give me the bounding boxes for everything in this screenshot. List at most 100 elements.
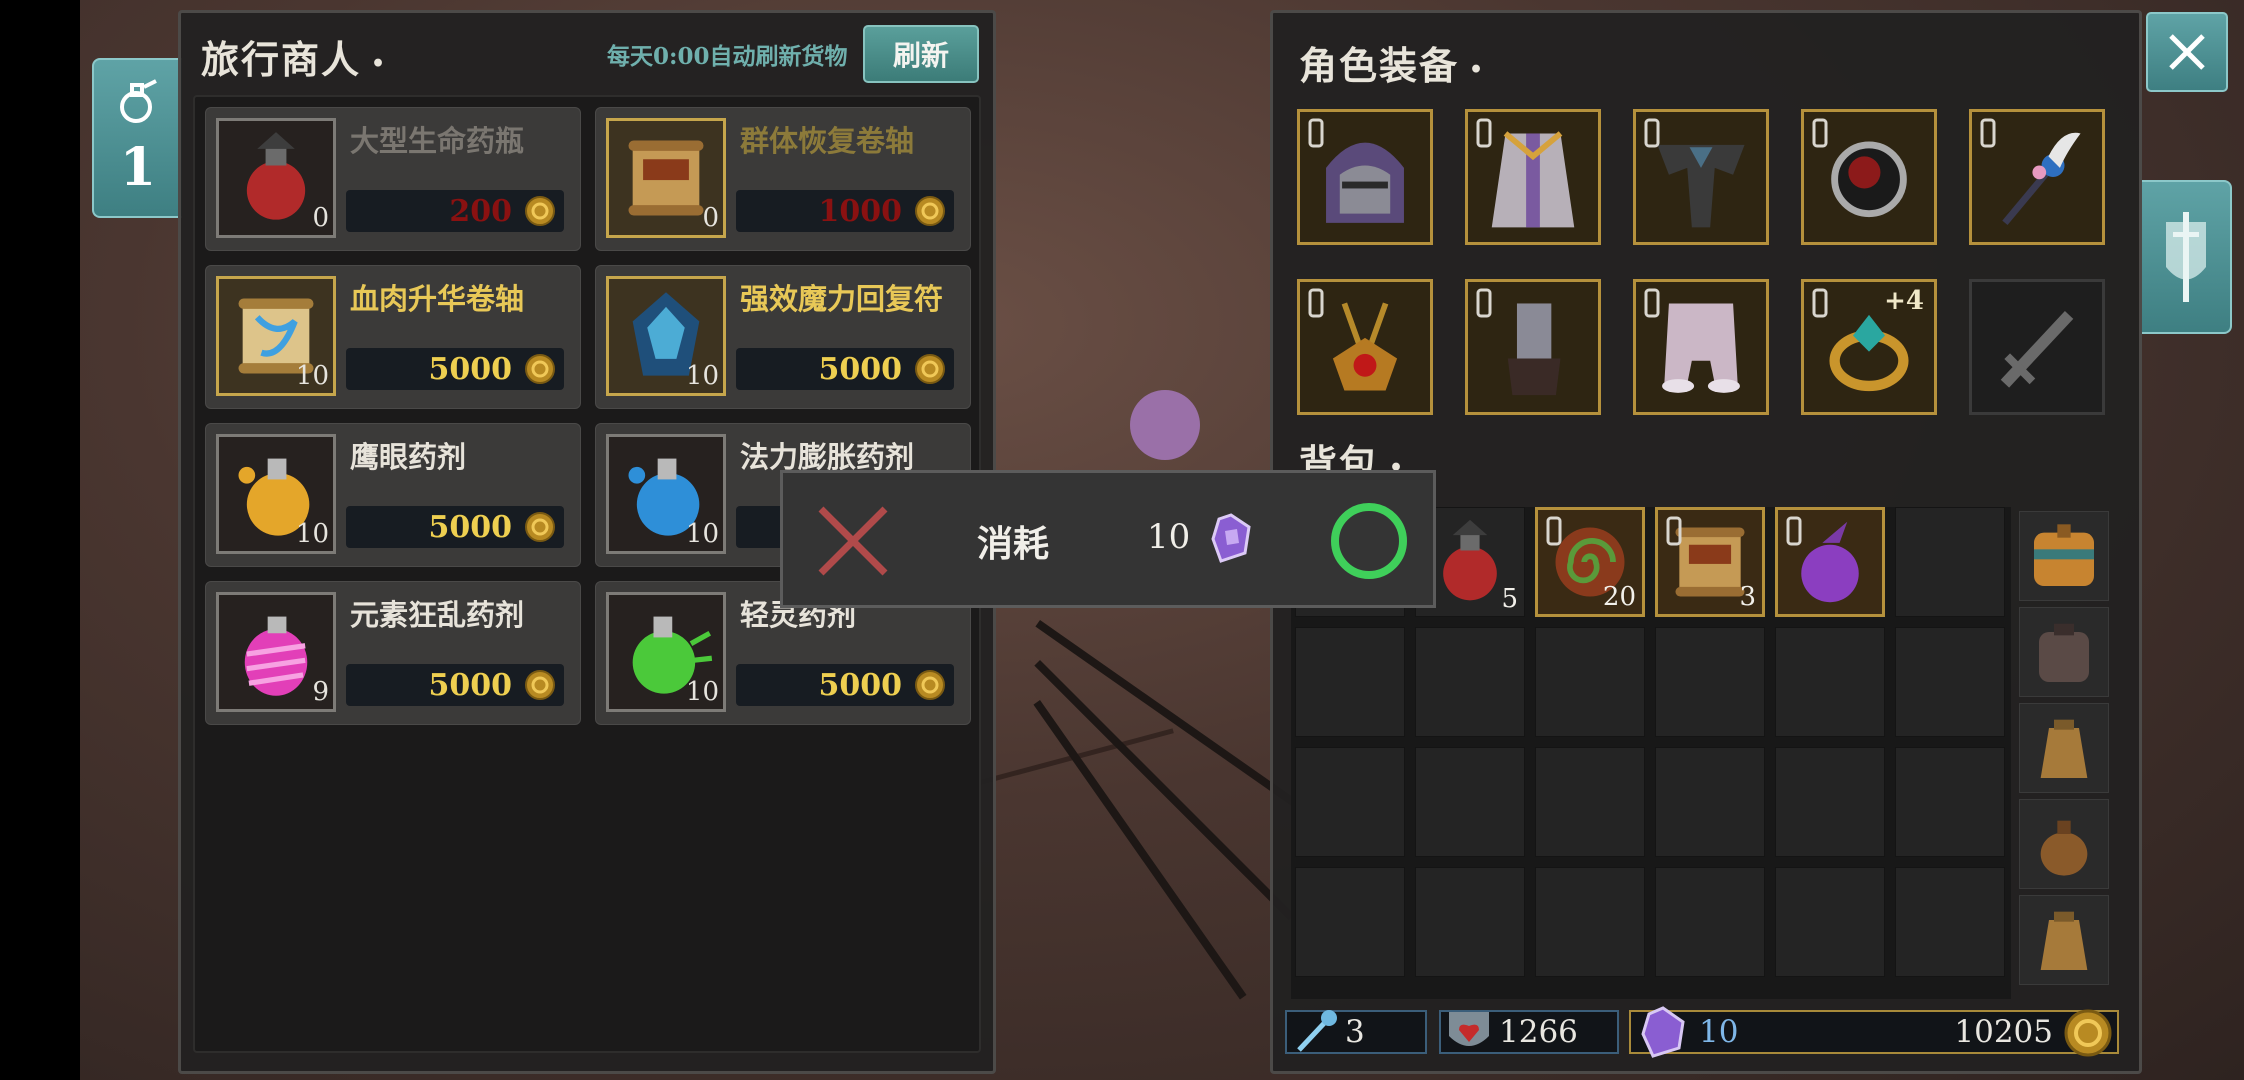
- shop-item[interactable]: 0 群体恢复卷轴 1000: [595, 107, 971, 251]
- bag-cell[interactable]: [1655, 627, 1765, 737]
- bag-cell[interactable]: [1775, 507, 1885, 617]
- shop-item-slot: 0: [216, 118, 336, 238]
- equipment-slot[interactable]: [1465, 109, 1601, 245]
- shop-item-slot: 0: [606, 118, 726, 238]
- amulet-icon: [1332, 302, 1398, 391]
- purple-gem-icon: [1211, 513, 1251, 563]
- heart-shield-icon: [1449, 1012, 1489, 1046]
- lock-icon: [1812, 118, 1828, 148]
- close-button[interactable]: [2146, 12, 2228, 92]
- shop-item-price-box: 1000: [736, 190, 954, 232]
- bag-cell[interactable]: [1535, 747, 1645, 857]
- shop-item-price: 5000: [818, 352, 903, 387]
- bag-cell[interactable]: [1295, 867, 1405, 977]
- shop-item-stock: 0: [312, 203, 329, 233]
- merchant-title: 旅行商人 •: [201, 37, 388, 82]
- refresh-note: 每天0:00自动刷新货物: [607, 43, 848, 70]
- bag-tab[interactable]: [2019, 799, 2109, 889]
- scroll-icon: [628, 140, 704, 216]
- shop-item-name: 鹰眼药剂: [350, 440, 467, 474]
- shop-item[interactable]: 10 鹰眼药剂 5000: [205, 423, 581, 567]
- bag-cell[interactable]: [1655, 867, 1765, 977]
- lock-icon: [1812, 288, 1828, 318]
- bag-tab[interactable]: [2019, 895, 2109, 985]
- bag-cell[interactable]: [1415, 867, 1525, 977]
- gold-count: 10205: [1954, 1014, 2053, 1050]
- equipment-slot[interactable]: [1969, 279, 2105, 415]
- bag-item-count: 5: [1501, 584, 1518, 614]
- consume-confirm-dialog: 消耗 10: [780, 470, 1436, 608]
- bag-cell[interactable]: [1895, 627, 2005, 737]
- confirm-button[interactable]: [1329, 501, 1409, 581]
- shop-item-price-box: 5000: [346, 664, 564, 706]
- bag-tab[interactable]: [2019, 703, 2109, 793]
- bag-tab[interactable]: [2019, 511, 2109, 601]
- bag-cell[interactable]: [1295, 627, 1405, 737]
- bag-cell[interactable]: [1895, 747, 2005, 857]
- bag-item-count: 3: [1739, 582, 1756, 612]
- bag-cell[interactable]: [1775, 747, 1885, 857]
- gold-coin-icon: [915, 196, 945, 226]
- shop-item-slot: 10: [216, 276, 336, 396]
- shop-item[interactable]: 0 大型生命药瓶 200: [205, 107, 581, 251]
- gem-gold-resource: 10 10205: [1629, 1006, 2119, 1058]
- shop-item-stock: 9: [312, 677, 329, 707]
- shop-item-stock: 10: [685, 677, 719, 707]
- bag-cell[interactable]: [1295, 747, 1405, 857]
- equipment-slot[interactable]: [1801, 109, 1937, 245]
- shop-item-price: 5000: [428, 510, 513, 545]
- shop-item-slot: 9: [216, 592, 336, 712]
- equipment-slot[interactable]: [1297, 109, 1433, 245]
- bag-cell[interactable]: 20: [1535, 507, 1645, 617]
- bag-cell[interactable]: 3: [1655, 507, 1765, 617]
- heart-resource: 1266: [1439, 1010, 1619, 1054]
- heart-count: 1266: [1499, 1014, 1578, 1050]
- bag-cell[interactable]: [1895, 507, 2005, 617]
- bag-cell[interactable]: [1535, 627, 1645, 737]
- equipment-slot[interactable]: [1633, 279, 1769, 415]
- refresh-button[interactable]: 刷新: [863, 25, 979, 83]
- lock-icon: [1476, 288, 1492, 318]
- equipment-slot[interactable]: [1297, 279, 1433, 415]
- lock-icon: [1786, 516, 1802, 546]
- shop-item-stock: 10: [295, 519, 329, 549]
- pouch-icon: [2040, 911, 2088, 970]
- equipment-slot[interactable]: [1633, 109, 1769, 245]
- sword-shield-icon: [2166, 212, 2206, 302]
- shop-item-name: 元素狂乱药剂: [350, 598, 525, 632]
- boots-icon: [1662, 303, 1740, 393]
- shop-item-price-box: 200: [346, 190, 564, 232]
- shop-item[interactable]: 9 元素狂乱药剂 5000: [205, 581, 581, 725]
- cancel-button[interactable]: [813, 501, 893, 581]
- lock-icon: [1476, 118, 1492, 148]
- shop-item[interactable]: 10 血肉升华卷轴 5000: [205, 265, 581, 409]
- bag-cell[interactable]: [1655, 747, 1765, 857]
- gold-coin-icon: [2064, 1009, 2112, 1057]
- equipment-slot[interactable]: [1465, 279, 1601, 415]
- shop-item-price-box: 5000: [736, 664, 954, 706]
- close-icon: [2169, 34, 2205, 70]
- equipment-slot[interactable]: +4: [1801, 279, 1937, 415]
- bag-tab[interactable]: [2019, 607, 2109, 697]
- shop-item-name: 群体恢复卷轴: [740, 124, 915, 158]
- bag-cell[interactable]: [1415, 627, 1525, 737]
- equipment-slot[interactable]: [1969, 109, 2105, 245]
- lock-icon: [1308, 118, 1324, 148]
- gold-coin-icon: [525, 670, 555, 700]
- bag-cell[interactable]: [1535, 867, 1645, 977]
- bag-cell[interactable]: [1415, 747, 1525, 857]
- lock-icon: [1644, 118, 1660, 148]
- bag-cell[interactable]: [1895, 867, 2005, 977]
- shop-item[interactable]: 10 强效魔力回复符 5000: [595, 265, 971, 409]
- bag-cell[interactable]: [1775, 627, 1885, 737]
- robe-icon: [1491, 131, 1575, 228]
- shop-item-name: 强效魔力回复符: [740, 282, 944, 316]
- equipment-side-tab[interactable]: [2142, 180, 2232, 334]
- bag-cell[interactable]: [1775, 867, 1885, 977]
- potion-icon: [120, 78, 157, 123]
- quick-potion-tab[interactable]: 1: [92, 58, 182, 218]
- shop-item-slot: 10: [606, 592, 726, 712]
- wand-icon: [1297, 1010, 1337, 1052]
- gold-coin-icon: [915, 670, 945, 700]
- backpack-large-icon: [2034, 524, 2094, 586]
